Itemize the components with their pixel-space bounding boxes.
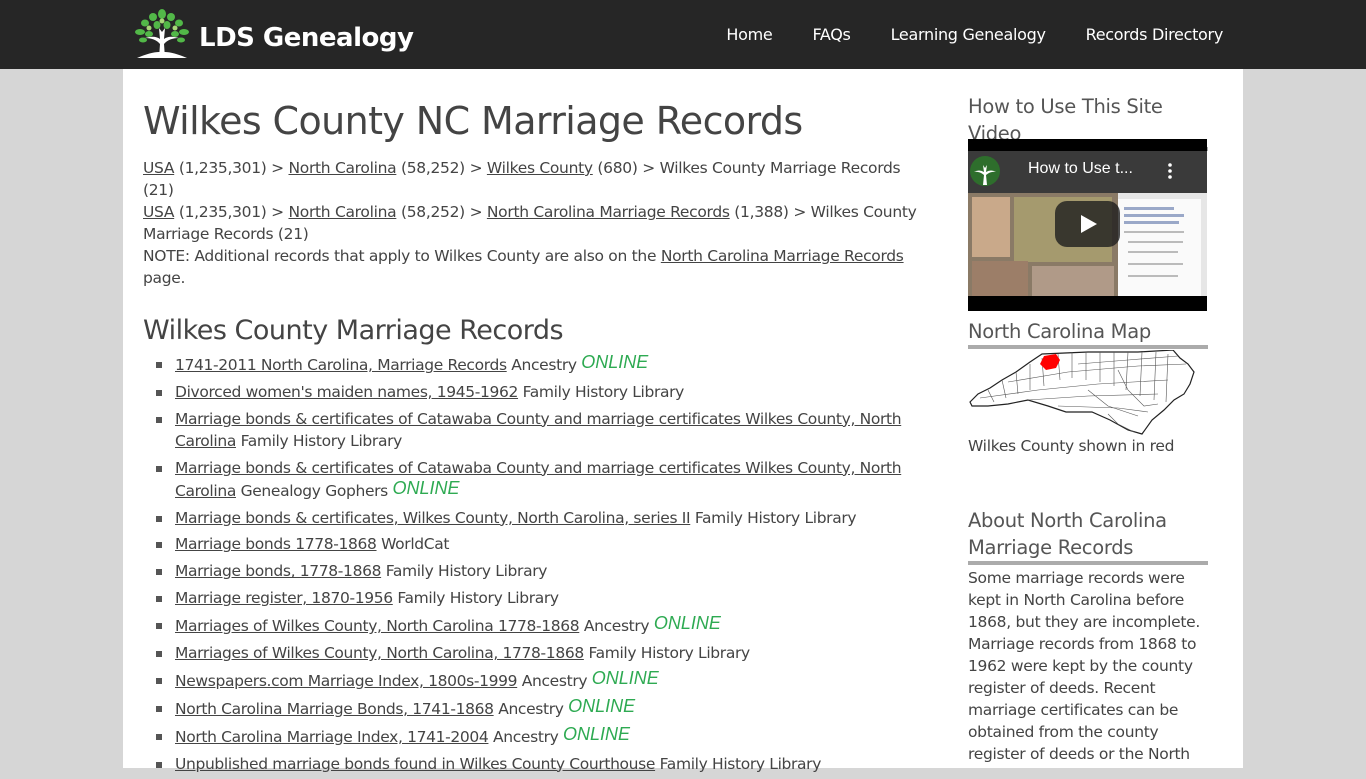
about-text: Some marriage records were kept in North… <box>968 569 1200 763</box>
record-link[interactable]: Divorced women's maiden names, 1945-1962 <box>175 383 518 401</box>
breadcrumb-link-wilkes-county[interactable]: Wilkes County <box>487 159 593 177</box>
nav-learning-genealogy[interactable]: Learning Genealogy <box>891 25 1046 44</box>
record-source: Family History Library <box>397 589 559 608</box>
record-source: Family History Library <box>694 508 857 527</box>
record-source: Ancestry <box>521 671 588 690</box>
record-link[interactable]: Marriage bonds & certificates, Wilkes Co… <box>175 509 691 527</box>
record-source: Genealogy Gophers <box>240 481 389 500</box>
record-link[interactable]: Marriages of Wilkes County, North Caroli… <box>175 644 584 662</box>
breadcrumb-separator: > <box>271 159 284 177</box>
note-link-nc-marriage-records[interactable]: North Carolina Marriage Records <box>661 247 904 265</box>
record-source: Ancestry <box>493 727 559 746</box>
record-list-item: North Carolina Marriage Index, 1741-2004… <box>156 723 918 748</box>
breadcrumb-link-north-carolina[interactable]: North Carolina <box>288 159 396 177</box>
record-source: Ancestry <box>583 617 650 636</box>
page-content: Wilkes County NC Marriage Records USA (1… <box>123 69 1243 773</box>
breadcrumb-count: (680) <box>597 159 638 177</box>
record-list-item: Marriages of Wilkes County, North Caroli… <box>156 613 918 637</box>
breadcrumb-separator: > <box>469 203 483 221</box>
record-source: Ancestry <box>511 356 577 374</box>
map-heading: North Carolina Map <box>968 318 1208 349</box>
site-logo-text: LDS Genealogy <box>199 23 414 53</box>
video-menu-icon[interactable] <box>1168 163 1172 179</box>
record-source: Ancestry <box>498 699 564 718</box>
tree-logo-icon <box>135 9 189 58</box>
north-carolina-map <box>968 349 1196 440</box>
record-source: Family History Library <box>659 754 822 773</box>
online-badge: ONLINE <box>563 723 631 744</box>
record-list-item: Marriage bonds & certificates of Catawab… <box>156 408 918 452</box>
record-list-item: North Carolina Marriage Bonds, 1741-1868… <box>156 695 918 720</box>
site-header: LDS Genealogy Home FAQs Learning Genealo… <box>0 0 1366 69</box>
breadcrumb-separator: > <box>469 159 483 177</box>
records-list: 1741-2011 North Carolina, Marriage Recor… <box>143 352 918 779</box>
record-list-item: Marriage bonds, 1778-1868 Family History… <box>156 560 918 582</box>
online-badge: ONLINE <box>581 352 649 372</box>
record-link[interactable]: Marriage bonds 1778-1868 <box>175 535 377 553</box>
note-text: NOTE: Additional records that apply to W… <box>143 247 657 265</box>
record-source: Family History Library <box>522 382 685 401</box>
record-list-item: Newspapers.com Marriage Index, 1800s-199… <box>156 667 918 692</box>
record-list-item: Marriages of Wilkes County, North Caroli… <box>156 642 918 664</box>
record-link[interactable]: Marriages of Wilkes County, North Caroli… <box>175 617 580 635</box>
record-link[interactable]: Unpublished marriage bonds found in Wilk… <box>175 755 655 773</box>
online-badge: ONLINE <box>653 613 721 634</box>
record-list-item: Divorced women's maiden names, 1945-1962… <box>156 381 918 403</box>
breadcrumb-separator: > <box>642 159 655 177</box>
nav-records-directory[interactable]: Records Directory <box>1086 25 1224 44</box>
record-list-item: Marriage bonds 1778-1868 WorldCat <box>156 533 918 555</box>
note-suffix: page. <box>143 269 186 287</box>
record-list-item: 1741-2011 North Carolina, Marriage Recor… <box>156 352 918 376</box>
breadcrumb: USA (1,235,301) > North Carolina (58,252… <box>143 201 918 245</box>
breadcrumb-link-usa[interactable]: USA <box>143 159 174 177</box>
online-badge: ONLINE <box>568 695 636 716</box>
record-link[interactable]: Newspapers.com Marriage Index, 1800s-199… <box>175 672 518 690</box>
record-list-item: Marriage register, 1870-1956 Family Hist… <box>156 587 918 609</box>
record-link[interactable]: Marriage register, 1870-1956 <box>175 589 393 607</box>
main-nav: Home FAQs Learning Genealogy Records Dir… <box>686 0 1223 69</box>
map-caption: Wilkes County shown in red <box>968 437 1175 455</box>
nav-home[interactable]: Home <box>726 25 772 44</box>
breadcrumbs: USA (1,235,301) > North Carolina (58,252… <box>143 157 918 245</box>
video-embed[interactable]: How to Use t... <box>968 139 1207 311</box>
online-badge: ONLINE <box>591 667 659 688</box>
record-link[interactable]: North Carolina Marriage Index, 1741-2004 <box>175 728 489 746</box>
breadcrumb-link-usa[interactable]: USA <box>143 203 174 221</box>
breadcrumb-link-north-carolina[interactable]: North Carolina <box>288 203 396 221</box>
breadcrumb: USA (1,235,301) > North Carolina (58,252… <box>143 157 918 201</box>
breadcrumb-separator: > <box>793 203 806 221</box>
site-logo[interactable]: LDS Genealogy <box>133 8 414 60</box>
record-source: Family History Library <box>385 562 548 581</box>
online-badge: ONLINE <box>392 477 460 498</box>
video-overlay-title: How to Use t... <box>1028 160 1133 177</box>
record-source: Family History Library <box>588 644 750 663</box>
record-link[interactable]: North Carolina Marriage Bonds, 1741-1868 <box>175 700 494 718</box>
page-title: Wilkes County NC Marriage Records <box>143 99 803 143</box>
record-link[interactable]: 1741-2011 North Carolina, Marriage Recor… <box>175 356 507 374</box>
record-list-item: Unpublished marriage bonds found in Wilk… <box>156 753 918 775</box>
breadcrumb-count: (1,235,301) <box>178 203 267 221</box>
breadcrumb-count: (58,252) <box>400 203 465 221</box>
record-source: WorldCat <box>381 535 450 554</box>
section-title: Wilkes County Marriage Records <box>143 315 564 346</box>
record-link[interactable]: Marriage bonds, 1778-1868 <box>175 562 381 580</box>
record-list-item: Marriage bonds & certificates of Catawab… <box>156 457 918 502</box>
record-source: Family History Library <box>240 431 403 450</box>
note-paragraph: NOTE: Additional records that apply to W… <box>143 245 918 289</box>
breadcrumb-count: (1,235,301) <box>178 159 267 177</box>
breadcrumb-separator: > <box>271 203 284 221</box>
nc-map-image <box>969 349 1195 435</box>
breadcrumb-count: (1,388) <box>734 203 789 221</box>
play-button-icon[interactable] <box>1055 201 1120 247</box>
breadcrumb-link-nc-marriage-records[interactable]: North Carolina Marriage Records <box>487 203 730 221</box>
nav-faqs[interactable]: FAQs <box>812 25 850 44</box>
record-list-item: Marriage bonds & certificates, Wilkes Co… <box>156 507 918 529</box>
breadcrumb-count: (58,252) <box>400 159 465 177</box>
about-heading: About North Carolina Marriage Records <box>968 507 1208 565</box>
